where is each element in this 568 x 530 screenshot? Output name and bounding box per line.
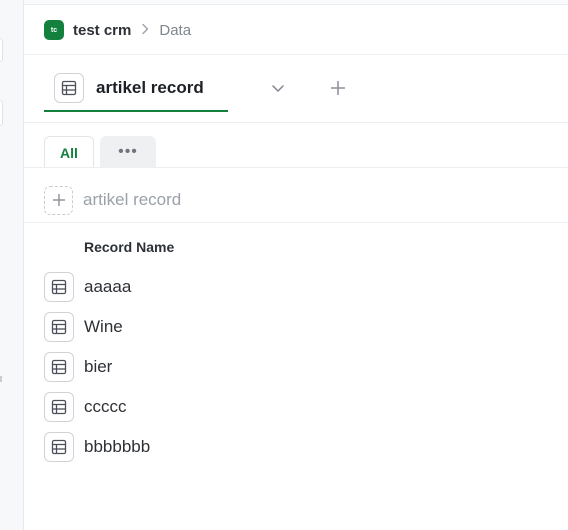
table-row[interactable]: ccccc bbox=[44, 387, 150, 427]
record-name[interactable]: Wine bbox=[84, 317, 123, 337]
header-divider bbox=[24, 54, 568, 55]
tab-divider bbox=[24, 122, 568, 123]
chevron-down-icon[interactable] bbox=[268, 78, 288, 98]
record-name[interactable]: bier bbox=[84, 357, 112, 377]
table-icon bbox=[44, 272, 74, 302]
table-icon bbox=[54, 73, 84, 103]
plus-icon[interactable] bbox=[44, 185, 73, 215]
breadcrumb: tc test crm Data bbox=[44, 19, 191, 41]
table-row[interactable]: aaaaa bbox=[44, 267, 150, 307]
plus-icon bbox=[331, 81, 345, 95]
table-tab-label: artikel record bbox=[96, 78, 204, 97]
workspace-badge[interactable]: tc bbox=[44, 20, 64, 40]
add-record-label[interactable]: artikel record bbox=[83, 190, 181, 210]
record-list: aaaaa Wine bier ccccc bbbbbbb bbox=[44, 267, 150, 467]
chevron-right-icon bbox=[140, 22, 150, 39]
record-name[interactable]: aaaaa bbox=[84, 277, 131, 297]
top-strip bbox=[24, 0, 568, 5]
breadcrumb-workspace[interactable]: test crm bbox=[73, 22, 131, 39]
table-icon bbox=[44, 392, 74, 422]
rail-handle-middle[interactable] bbox=[0, 100, 3, 126]
view-tab-all[interactable]: All bbox=[44, 136, 94, 168]
rail-marker bbox=[0, 376, 2, 382]
table-row[interactable]: bbbbbbb bbox=[44, 427, 150, 467]
view-tabs: All ••• bbox=[44, 136, 156, 168]
add-row-divider bbox=[24, 222, 568, 223]
table-icon bbox=[44, 352, 74, 382]
table-icon bbox=[44, 432, 74, 462]
rail-handle-top[interactable] bbox=[0, 38, 3, 62]
add-table-button[interactable] bbox=[328, 77, 348, 99]
left-rail bbox=[0, 0, 24, 530]
table-tab-active[interactable]: artikel record bbox=[44, 66, 228, 112]
record-name[interactable]: ccccc bbox=[84, 397, 127, 417]
record-name[interactable]: bbbbbbb bbox=[84, 437, 150, 457]
add-record-row[interactable]: artikel record bbox=[44, 185, 181, 215]
column-header-record-name[interactable]: Record Name bbox=[84, 239, 174, 255]
table-row[interactable]: Wine bbox=[44, 307, 150, 347]
table-icon bbox=[44, 312, 74, 342]
breadcrumb-current-page[interactable]: Data bbox=[159, 22, 191, 39]
table-row[interactable]: bier bbox=[44, 347, 150, 387]
view-tab-more[interactable]: ••• bbox=[100, 136, 156, 168]
view-tabs-divider bbox=[24, 167, 568, 168]
main-content: tc test crm Data artikel record All ••• … bbox=[24, 0, 568, 530]
